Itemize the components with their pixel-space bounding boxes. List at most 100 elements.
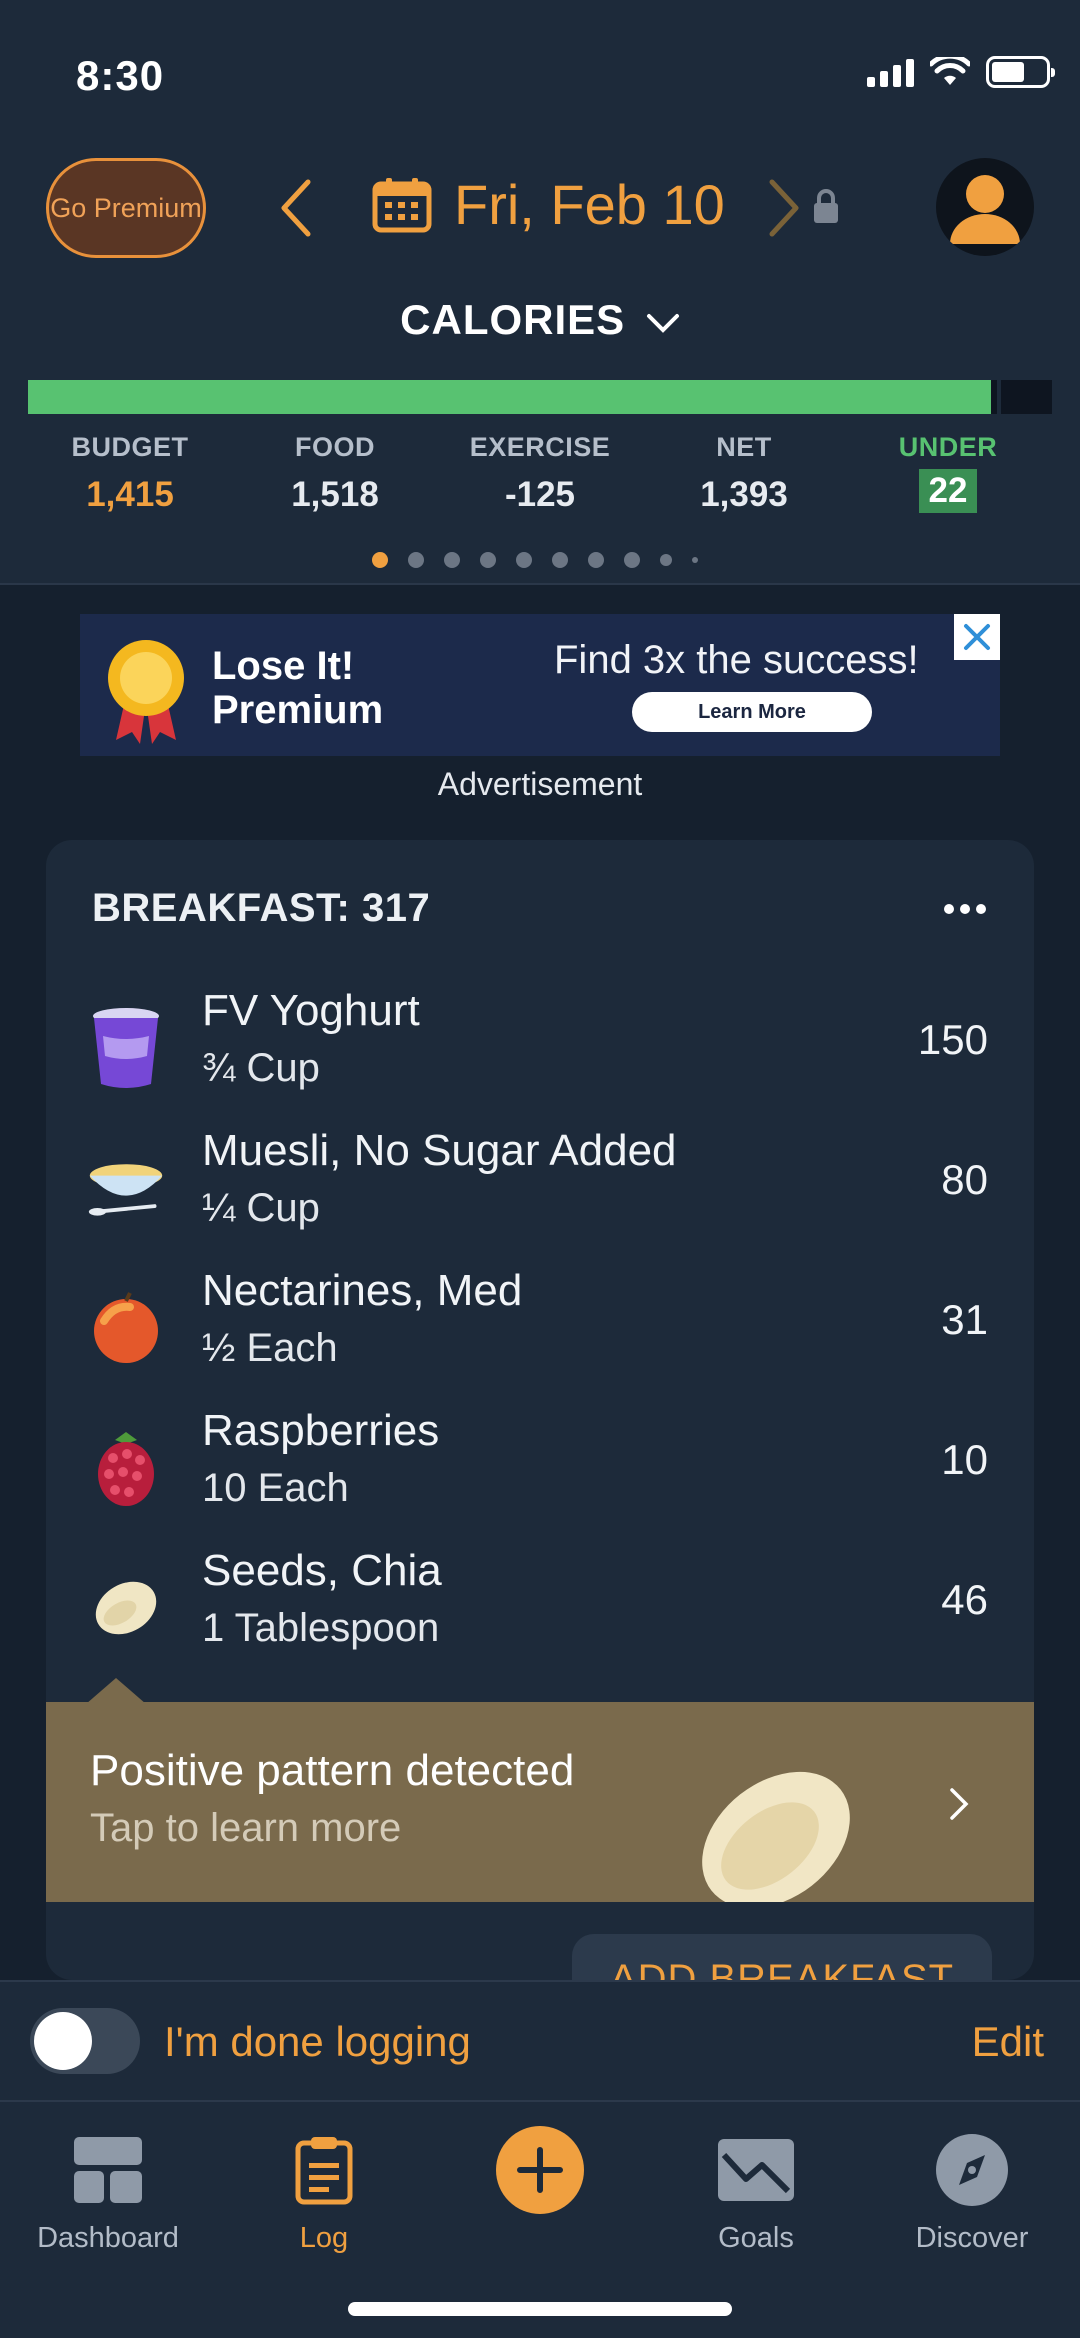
stat-net: NET 1,393	[644, 432, 844, 515]
food-calories: 10	[941, 1436, 988, 1483]
tab-add[interactable]	[432, 2122, 648, 2222]
pattern-title: Positive pattern detected	[90, 1746, 575, 1795]
ad-brand-line2: Premium	[212, 688, 384, 732]
ad-banner[interactable]: Lose It! Premium Find 3x the success! Le…	[80, 614, 1000, 756]
done-logging-bar: I'm done logging Edit	[0, 1980, 1080, 2100]
yoghurt-icon	[86, 998, 166, 1098]
edit-button[interactable]: Edit	[972, 2018, 1044, 2066]
calorie-progress-bar	[28, 380, 1052, 414]
stat-net-label: NET	[716, 432, 772, 462]
stat-food-label: FOOD	[295, 432, 375, 462]
food-name: Muesli, No Sugar Added	[202, 1126, 677, 1175]
date-selector[interactable]: Fri, Feb 10	[372, 172, 725, 237]
food-calories: 150	[917, 1016, 988, 1063]
stat-exercise: EXERCISE -125	[440, 432, 640, 515]
food-name: Raspberries	[202, 1406, 440, 1455]
status-time: 8:30	[76, 52, 165, 99]
go-premium-button[interactable]: Go Premium	[46, 158, 206, 258]
profile-avatar[interactable]	[936, 158, 1034, 256]
status-icons	[867, 56, 1055, 88]
food-name: Seeds, Chia	[202, 1546, 442, 1595]
date-label: Fri, Feb 10	[454, 173, 725, 236]
stat-under-value: 22	[918, 469, 978, 513]
pattern-subtitle: Tap to learn more	[90, 1806, 402, 1850]
nectarine-icon	[86, 1278, 166, 1378]
food-item[interactable]: Raspberries 10 Each 10	[46, 1400, 1034, 1540]
calories-title: CALORIES	[400, 296, 626, 343]
close-icon	[964, 624, 990, 650]
home-indicator	[348, 2302, 732, 2316]
stat-food: FOOD 1,518	[235, 432, 435, 515]
page-dot	[660, 554, 672, 566]
food-item[interactable]: Nectarines, Med ½ Each 31	[46, 1260, 1034, 1400]
food-name: FV Yoghurt	[202, 986, 420, 1035]
medal-icon	[108, 640, 184, 744]
tab-label: Discover	[915, 2222, 1029, 2254]
add-breakfast-button[interactable]: ADD BREAKFAST	[572, 1934, 992, 1980]
stat-net-value: 1,393	[700, 475, 788, 514]
previous-day-chevron-icon[interactable]	[276, 178, 316, 238]
stat-budget-value: 1,415	[86, 475, 174, 514]
cellular-signal-icon	[867, 57, 914, 87]
stat-exercise-label: EXERCISE	[469, 432, 611, 462]
page-dot	[372, 552, 388, 568]
calorie-progress-fill	[28, 380, 991, 414]
header: 8:30 Go Premium Fri, Feb 10 CALORIES BUD…	[0, 0, 1080, 585]
dashboard-icon	[74, 2137, 142, 2203]
tab-goals[interactable]: Goals	[648, 2122, 864, 2255]
user-icon	[950, 175, 1020, 244]
food-calories: 80	[941, 1156, 988, 1203]
stat-exercise-value: -125	[504, 475, 576, 514]
done-logging-toggle[interactable]	[30, 2008, 140, 2074]
food-name: Nectarines, Med	[202, 1266, 523, 1315]
tab-label: Goals	[718, 2222, 794, 2254]
breakfast-title: BREAKFAST: 317	[92, 886, 431, 930]
raspberry-icon	[86, 1418, 166, 1518]
chevron-down-icon	[646, 313, 679, 333]
next-day-chevron-icon[interactable]	[764, 178, 804, 238]
ad-brand: Lose It! Premium	[212, 644, 383, 732]
stat-budget-label: BUDGET	[71, 432, 189, 462]
ad-label: Advertisement	[437, 766, 643, 802]
calendar-icon	[372, 177, 432, 232]
tab-discover[interactable]: Discover	[864, 2122, 1080, 2255]
chia-seed-icon	[86, 1558, 166, 1658]
page-dot	[516, 552, 532, 568]
food-item[interactable]: FV Yoghurt ¾ Cup 150	[46, 980, 1034, 1120]
positive-pattern-banner[interactable]: Positive pattern detected Tap to learn m…	[46, 1702, 1034, 1902]
food-calories: 46	[941, 1576, 988, 1623]
page-dot	[480, 552, 496, 568]
tab-dashboard[interactable]: Dashboard	[0, 2122, 216, 2255]
tab-log[interactable]: Log	[216, 2122, 432, 2255]
stat-under: UNDER 22	[848, 432, 1048, 513]
calories-dropdown[interactable]: CALORIES	[0, 296, 1080, 344]
page-dot	[624, 552, 640, 568]
stat-under-label: UNDER	[898, 432, 998, 462]
lock-icon	[814, 189, 838, 223]
done-logging-label: I'm done logging	[164, 2018, 471, 2065]
breakfast-card: BREAKFAST: 317 FV Yoghurt ¾ Cup 150 Mues…	[46, 840, 1034, 1980]
ad-close-button[interactable]	[954, 614, 1000, 660]
page-dot	[588, 552, 604, 568]
page-dot	[552, 552, 568, 568]
muesli-icon	[86, 1138, 166, 1238]
page-dot	[692, 557, 698, 563]
tab-label: Dashboard	[37, 2222, 179, 2254]
food-calories: 31	[941, 1296, 988, 1343]
pattern-notch	[86, 1678, 146, 1704]
food-quantity: 1 Tablespoon	[202, 1606, 440, 1650]
page-indicator[interactable]	[372, 552, 698, 568]
food-item[interactable]: Muesli, No Sugar Added ¼ Cup 80	[46, 1120, 1034, 1260]
more-options-icon[interactable]	[944, 904, 986, 914]
ad-learn-more-button[interactable]: Learn More	[632, 692, 872, 732]
seed-illustration-icon	[702, 1771, 850, 1902]
add-icon	[496, 2126, 584, 2214]
stat-food-value: 1,518	[291, 475, 379, 514]
battery-icon	[986, 56, 1055, 88]
page-dot	[408, 552, 424, 568]
calorie-budget-marker	[996, 380, 1001, 414]
ad-brand-line1: Lose It!	[212, 644, 355, 688]
ad-headline: Find 3x the success!	[554, 638, 919, 682]
tab-label: Log	[299, 2222, 349, 2254]
food-item[interactable]: Seeds, Chia 1 Tablespoon 46	[46, 1540, 1034, 1680]
